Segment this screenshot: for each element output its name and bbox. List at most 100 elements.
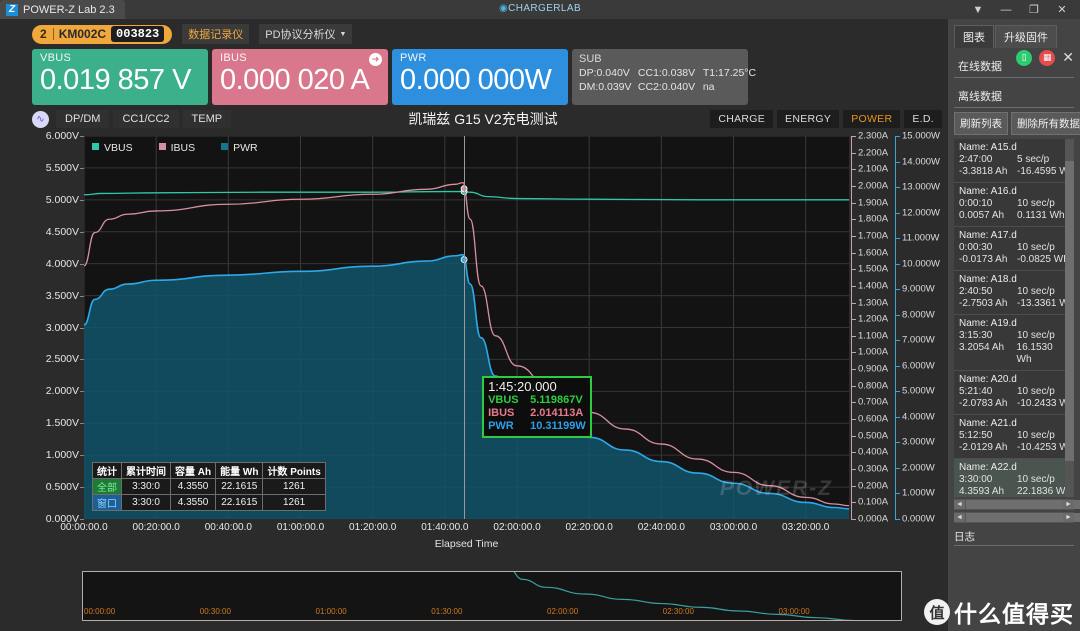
list-item[interactable]: Name: A16.d 0:00:10 10 sec/p 0.0057 Ah 0.113…	[954, 183, 1074, 227]
log-label: 日志	[954, 531, 975, 543]
grid-icon[interactable]: ▦	[1039, 49, 1056, 66]
chargerlab-brand-text: CHARGERLAB	[508, 3, 582, 14]
cursor-tooltip: 1:45:20.000 VBUS 5.119867V IBUS 2.014113…	[482, 376, 592, 438]
voltage-tick-label: 2.500V	[45, 353, 79, 366]
axis-tick	[851, 502, 856, 504]
list-item-row-2: 3.2054 Ah 16.1530 Wh	[959, 342, 1070, 366]
axis-tick	[851, 452, 856, 454]
waveform-icon[interactable]: ∿	[32, 110, 49, 128]
list-item-ah: 3.2054 Ah	[959, 342, 1005, 353]
list-item[interactable]: Name: A19.d 3:15:30 10 sec/p 3.2054 Ah 16.15…	[954, 315, 1074, 371]
overview-strip[interactable]: 00:00:00 00:30:00 01:00:00 01:30:00 02:00:00…	[18, 539, 948, 629]
list-item[interactable]: Name: A20.d 5:21:40 10 sec/p -2.0783 Ah -10.…	[954, 371, 1074, 415]
axis-tick	[851, 235, 856, 237]
x-axis-label: Elapsed Time	[434, 538, 499, 550]
axis-tick	[851, 469, 856, 471]
tooltip-row-pwr: PWR 10.31199W	[488, 420, 586, 433]
voltage-tick-label: 2.000V	[45, 385, 79, 398]
scroll-left-icon[interactable]: ◄	[954, 500, 965, 509]
overview-tick-label: 01:00:00	[315, 607, 347, 616]
plot-canvas[interactable]: POWER-Z VBUS IBUS PWR 1:45:20.000 VBUS 5…	[84, 136, 849, 519]
scroll-right-icon[interactable]: ►	[1063, 513, 1074, 522]
list-item-time: 3:15:30	[959, 330, 993, 341]
scroll-right-icon[interactable]: ►	[1063, 500, 1074, 509]
list-item-row-2: 4.3593 Ah 22.1836 WI	[959, 486, 1070, 497]
axis-tick	[851, 252, 856, 254]
mode-charge-button[interactable]: CHARGE	[710, 110, 774, 128]
list-item-rate: 10 sec/p	[1017, 474, 1055, 485]
tab-firmware[interactable]: 升级固件	[995, 25, 1057, 48]
window-close-button[interactable]: ✕	[1048, 0, 1076, 19]
axis-tick	[851, 269, 856, 271]
offline-data-list[interactable]: Name: A15.d 2:47:00 5 sec/p -3.3818 Ah -16.4…	[954, 139, 1074, 497]
list-item-time: 2:40:50	[959, 286, 993, 297]
stats-tag-all: 全部	[92, 478, 122, 495]
voltage-tick-label: 0.500V	[45, 481, 79, 494]
stats-th-4: 计数 Points	[262, 462, 326, 479]
current-tick-label: 1.000A	[858, 346, 889, 358]
mode-energy-button[interactable]: ENERGY	[777, 110, 840, 128]
time-axis: 00:00:00.0 00:20:00.0 00:40:00.0 01:00:00.0…	[18, 522, 948, 536]
time-tick-label: 00:00:00.0	[60, 522, 108, 533]
tab-cc1-cc2[interactable]: CC1/CC2	[113, 110, 179, 128]
window-maximize-button[interactable]: ❐	[1020, 0, 1048, 19]
chart-watermark: POWER-Z	[719, 477, 833, 500]
tab-charts[interactable]: 图表	[954, 25, 994, 48]
list-item-rate: 5 sec/p	[1017, 154, 1050, 165]
divider	[954, 107, 1074, 108]
refresh-list-button[interactable]: 刷新列表	[954, 112, 1008, 135]
ibus-card[interactable]: IBUS ➜ 0.000 020 A	[212, 49, 388, 105]
data-recorder-button[interactable]: 数据记录仪	[182, 24, 250, 44]
app-tab[interactable]: Z POWER-Z Lab 2.3	[0, 0, 125, 19]
log-section: 日志	[954, 529, 1074, 546]
axis-tick	[895, 391, 900, 393]
list-item[interactable]: Name: A17.d 0:00:30 10 sec/p -0.0173 Ah -0.0…	[954, 227, 1074, 271]
device-serial: 003823	[111, 26, 165, 42]
scrollbar-thumb[interactable]	[1065, 161, 1074, 461]
list-item[interactable]: Name: A18.d 2:40:50 10 sec/p -2.7503 Ah -13.…	[954, 271, 1074, 315]
readout-cards: VBUS 0.019 857 V IBUS ➜ 0.000 020 A PWR …	[18, 45, 948, 105]
list-item-row-1: 2:47:00 5 sec/p	[959, 154, 1070, 166]
tab-temp[interactable]: TEMP	[182, 110, 232, 128]
legend-label-pwr: PWR	[233, 142, 258, 154]
close-icon[interactable]: ✕	[1062, 49, 1074, 66]
list-item[interactable]: Name: A15.d 2:47:00 5 sec/p -3.3818 Ah -16.4…	[954, 139, 1074, 183]
power-tick-label: 4.000W	[902, 411, 935, 423]
group-offline-label: 离线数据	[958, 91, 1002, 103]
current-tick-label: 2.300A	[858, 130, 889, 142]
list-item[interactable]: Name: A21.d 5:12:50 10 sec/p -2.0129 Ah -10.…	[954, 415, 1074, 459]
current-tick-label: 0.700A	[858, 396, 889, 408]
mode-power-button[interactable]: POWER	[843, 110, 901, 128]
mode-ed-button[interactable]: E.D.	[904, 110, 942, 128]
horizontal-scrollbar-1[interactable]: ◄ ►	[954, 499, 1080, 510]
tab-dp-dm[interactable]: DP/DM	[56, 110, 110, 128]
scroll-left-icon[interactable]: ◄	[954, 513, 965, 522]
list-item-time: 5:21:40	[959, 386, 993, 397]
list-item-wh: 0.1131 Wh	[1017, 210, 1065, 221]
window-menu-button[interactable]: ▼	[964, 0, 992, 19]
current-tick-label: 2.200A	[858, 147, 889, 159]
stats-table: 统计 累计时间 容量 Ah 能量 Wh 计数 Points 全部 3:30:0 …	[92, 462, 326, 511]
chargerlab-logo-icon: ◉	[498, 3, 509, 14]
list-item-name: Name: A20.d	[959, 374, 1017, 385]
legend-label-ibus: IBUS	[170, 142, 196, 154]
list-item[interactable]: Name: A22.d 3:30:00 10 sec/p 4.3593 Ah 22.18…	[954, 459, 1074, 497]
tooltip-row-ibus: IBUS 2.014113A	[488, 407, 586, 420]
pd-analyzer-button[interactable]: PD协议分析仪 ▼	[259, 24, 353, 44]
delete-all-button[interactable]: 删除所有数据	[1011, 112, 1080, 135]
vbus-card[interactable]: VBUS 0.019 857 V	[32, 49, 208, 105]
cursor-line[interactable]	[464, 136, 466, 519]
device-pill[interactable]: 2 KM002C 003823	[32, 24, 173, 44]
horizontal-scrollbar-2[interactable]: ◄ ►	[954, 512, 1080, 523]
time-tick-label: 01:00:00.0	[276, 522, 325, 533]
battery-icon[interactable]: ▯	[1016, 49, 1033, 66]
current-tick-label: 0.300A	[858, 463, 889, 475]
window-minimize-button[interactable]: —	[992, 0, 1020, 19]
pwr-card[interactable]: PWR 0.000 000W	[392, 49, 568, 105]
voltage-tick-label: 4.500V	[45, 225, 79, 238]
sub-cc1: CC1:0.038V	[637, 67, 696, 79]
app-tab-label: POWER-Z Lab 2.3	[23, 3, 115, 16]
group-offline-data: 离线数据	[954, 86, 1074, 108]
axis-tick	[851, 419, 856, 421]
list-scrollbar[interactable]	[1065, 139, 1074, 497]
